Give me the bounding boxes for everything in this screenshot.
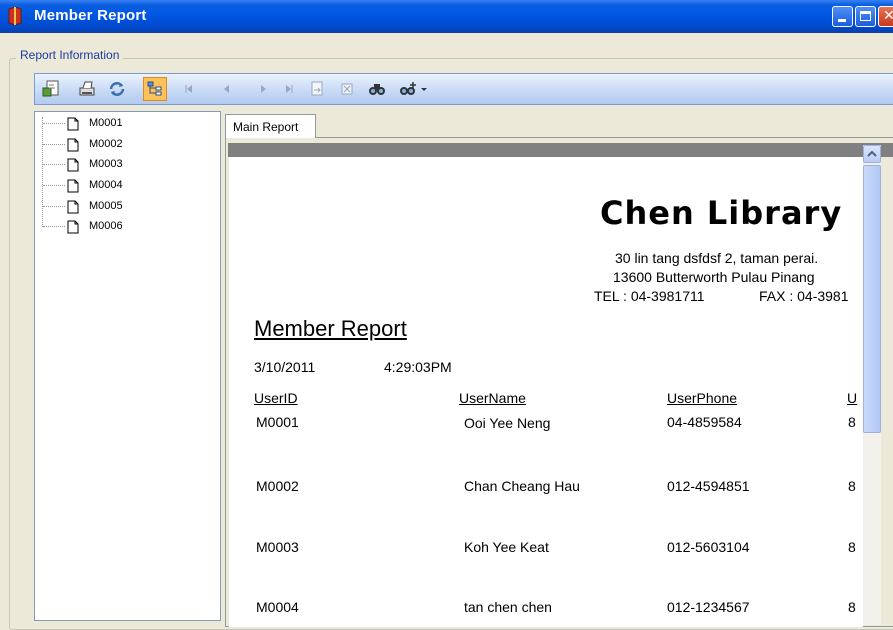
library-name: Chen Library — [600, 194, 843, 232]
cell-userid: M0003 — [256, 539, 299, 555]
address-line-1: 30 lin tang dsfdsf 2, taman perai. — [615, 250, 819, 266]
column-header-username: UserName — [459, 390, 526, 406]
fax: FAX : 04-3981 — [759, 288, 849, 304]
cell-userphone: 012-1234567 — [667, 599, 750, 615]
window-title: Member Report — [34, 7, 147, 24]
vertical-scrollbar[interactable] — [863, 145, 881, 625]
next-page-icon — [261, 85, 266, 93]
address-line-2: 13600 Butterworth Pulau Pinang — [613, 269, 815, 285]
previous-page-icon — [224, 85, 229, 93]
tree-item-label: M0003 — [89, 158, 123, 170]
report-toolbar — [34, 73, 893, 105]
maximize-button[interactable] — [855, 6, 876, 27]
close-icon: ✕ — [883, 8, 893, 24]
scroll-thumb[interactable] — [863, 165, 881, 433]
export-icon — [42, 80, 59, 97]
tree-item[interactable]: M0001 — [35, 114, 215, 134]
go-to-page-icon — [311, 81, 323, 96]
report-time: 4:29:03PM — [384, 359, 452, 375]
cell-extra: 8 — [848, 414, 856, 430]
viewer-page-border — [228, 143, 893, 157]
report-title: Member Report — [254, 316, 407, 341]
chevron-up-icon — [867, 150, 877, 157]
export-button[interactable] — [39, 77, 63, 101]
tree-item[interactable]: M0002 — [35, 135, 215, 155]
tree-item[interactable]: M0003 — [35, 155, 215, 175]
cell-username: Koh Yee Keat — [464, 539, 549, 555]
tree-item-label: M0005 — [89, 200, 123, 212]
tree-connector — [42, 117, 43, 227]
first-page-icon — [185, 85, 192, 93]
tab-main-report[interactable]: Main Report — [225, 114, 316, 138]
title-bar[interactable]: Member Report ✕ — [0, 0, 893, 33]
next-page-button[interactable] — [251, 77, 275, 101]
cell-userphone: 04-4859584 — [667, 414, 742, 430]
cell-userphone: 012-5603104 — [667, 539, 750, 555]
go-to-page-button[interactable] — [305, 77, 329, 101]
close-button[interactable]: ✕ — [878, 6, 893, 27]
document-icon — [67, 158, 79, 172]
cell-username: tan chen chen — [464, 599, 552, 615]
find-button[interactable] — [365, 77, 389, 101]
print-button[interactable] — [75, 77, 99, 101]
cell-userid: M0001 — [256, 414, 299, 430]
cell-extra: 8 — [848, 539, 856, 555]
find-icon — [369, 84, 385, 95]
document-icon — [67, 138, 79, 152]
tree-item-label: M0002 — [89, 138, 123, 150]
tree-item-label: M0006 — [89, 220, 123, 232]
first-page-button[interactable] — [177, 77, 201, 101]
document-icon — [67, 179, 79, 193]
cell-extra: 8 — [848, 478, 856, 494]
toggle-tree-icon — [147, 81, 162, 96]
previous-page-button[interactable] — [215, 77, 239, 101]
app-icon — [8, 7, 22, 25]
last-page-button[interactable] — [277, 77, 301, 101]
refresh-icon — [109, 82, 125, 96]
cell-userid: M0004 — [256, 599, 299, 615]
zoom-icon — [400, 82, 427, 95]
report-page: Chen Library 30 lin tang dsfdsf 2, taman… — [229, 157, 863, 627]
document-icon — [67, 220, 79, 234]
tree-item[interactable]: M0004 — [35, 176, 215, 196]
tree-item-label: M0001 — [89, 117, 123, 129]
stop-button[interactable] — [335, 77, 359, 101]
cell-extra: 8 — [848, 599, 856, 615]
maximize-icon — [860, 11, 871, 21]
document-icon — [67, 200, 79, 214]
minimize-button[interactable] — [832, 6, 853, 27]
toggle-tree-button[interactable] — [143, 77, 167, 101]
refresh-button[interactable] — [105, 77, 129, 101]
tree-item[interactable]: M0005 — [35, 197, 215, 217]
group-tree[interactable]: M0001 M0002 M0003 M0004 M0005 M0006 — [34, 111, 221, 621]
document-icon — [67, 117, 79, 131]
zoom-button[interactable] — [397, 77, 431, 101]
report-date: 3/10/2011 — [254, 359, 316, 375]
tree-item-label: M0004 — [89, 179, 123, 191]
cell-username: Chan Cheang Hau — [464, 478, 580, 494]
print-icon — [79, 81, 95, 96]
column-header-extra: U — [847, 390, 858, 406]
column-header-userid: UserID — [254, 390, 298, 406]
last-page-icon — [286, 85, 293, 93]
minimize-icon — [838, 19, 846, 22]
telephone: TEL : 04-3981711 — [594, 288, 705, 304]
scroll-up-button[interactable] — [863, 145, 881, 163]
cell-userid: M0002 — [256, 478, 299, 494]
column-header-userphone: UserPhone — [667, 390, 738, 406]
group-label: Report Information — [16, 48, 124, 62]
stop-icon — [341, 83, 353, 95]
tree-item[interactable]: M0006 — [35, 217, 215, 237]
cell-username: Ooi Yee Neng — [464, 415, 551, 431]
cell-userphone: 012-4594851 — [667, 478, 750, 494]
